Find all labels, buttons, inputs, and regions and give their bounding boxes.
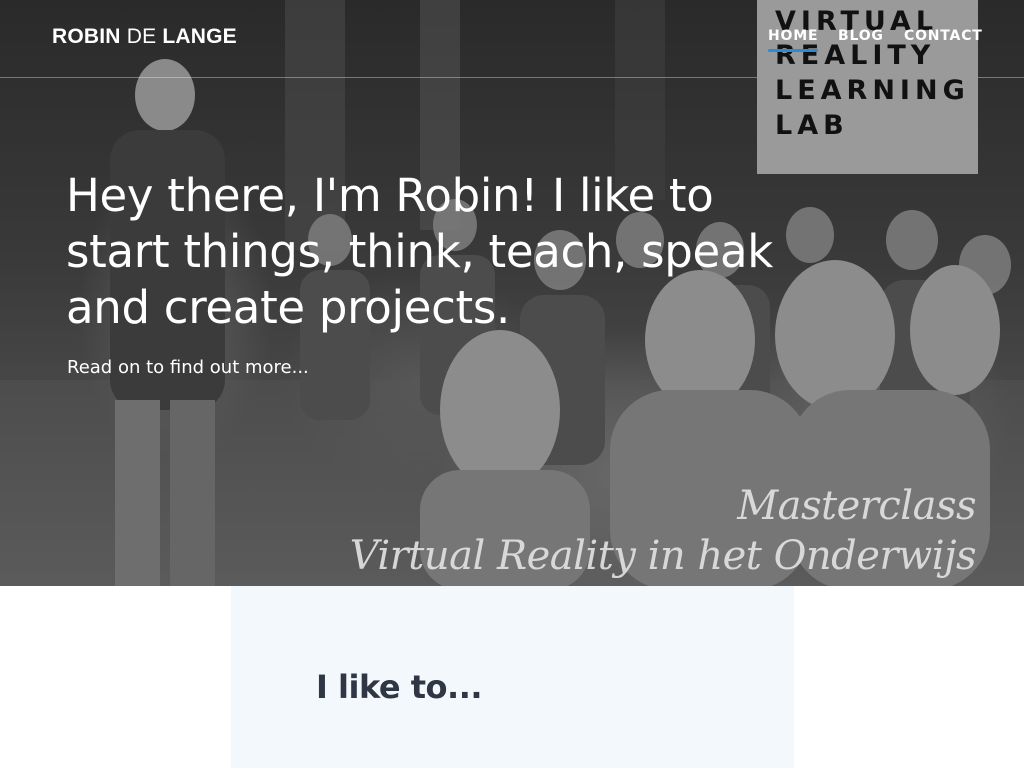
read-more-link[interactable]: Read on to find out more...	[67, 357, 309, 378]
nav-blog-link[interactable]: BLOG	[838, 28, 884, 44]
section-title: I like to...	[316, 668, 483, 706]
vr-learning-lab-logo: VIRTUAL REALITY LEARNING LAB	[757, 0, 978, 174]
main-nav: HOME BLOG CONTACT	[0, 28, 1024, 58]
hero-banner: ROBIN DE LANGE VIRTUAL REALITY LEARNING …	[0, 0, 1024, 586]
hero-headline: Hey there, I'm Robin! I like to start th…	[66, 169, 773, 334]
photo-caption-line-2: Virtual Reality in het Onderwijs	[349, 533, 977, 579]
nav-home-link[interactable]: HOME	[768, 28, 819, 52]
logo-line-4: LAB	[775, 110, 849, 141]
nav-contact-link[interactable]: CONTACT	[904, 28, 983, 44]
logo-line-3: LEARNING	[775, 75, 970, 106]
photo-caption-line-1: Masterclass	[737, 483, 976, 529]
